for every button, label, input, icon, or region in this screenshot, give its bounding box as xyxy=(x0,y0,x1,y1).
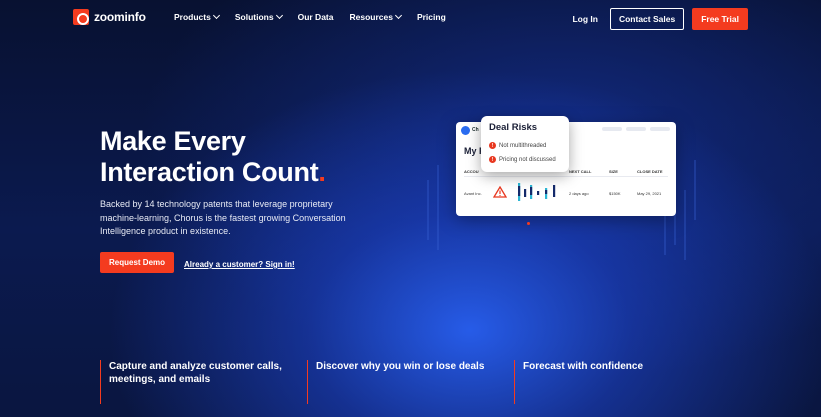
card-toolbar xyxy=(602,127,670,131)
cell-next-call: 2 days ago xyxy=(569,191,589,196)
menu-item-label: Solutions xyxy=(234,12,274,22)
free-trial-button[interactable]: Free Trial xyxy=(692,8,748,30)
deal-risks-popup: Deal Risks ! Not multithreaded ! Pricing… xyxy=(481,116,569,172)
table-divider xyxy=(464,176,668,177)
hero-title: Make Every Interaction Count. xyxy=(100,126,326,188)
column-header-close-date: CLOSE DATE xyxy=(637,169,663,174)
toolbar-placeholder xyxy=(650,127,670,131)
menu-item-our-data[interactable]: Our Data xyxy=(298,12,334,22)
column-header-size: SIZE xyxy=(609,169,618,174)
cell-size: $150K xyxy=(609,191,621,196)
menu-item-products[interactable]: Products xyxy=(174,11,220,22)
hero-subtitle: Backed by 14 technology patents that lev… xyxy=(100,199,346,236)
menu-item-label: Resources xyxy=(349,12,393,22)
main-menu: Products Solutions Our Data Resources Pr… xyxy=(174,11,446,22)
login-link[interactable]: Log In xyxy=(572,14,598,24)
risk-label: Not multithreaded xyxy=(499,142,547,149)
column-header-next-call: NEXT CALL xyxy=(569,169,592,174)
menu-item-label: Pricing xyxy=(416,12,446,22)
risk-label: Pricing not discussed xyxy=(499,156,556,163)
feature-text: Discover why you win or lose deals xyxy=(316,361,485,372)
feature-text: meetings, and emails xyxy=(109,374,211,385)
contact-sales-button[interactable]: Contact Sales xyxy=(609,8,685,30)
risk-item: ! Pricing not discussed xyxy=(489,156,556,163)
feature-text: Capture and analyze customer calls, xyxy=(109,361,282,372)
logo-text: zoominfo xyxy=(94,10,146,24)
risk-item: ! Not multithreaded xyxy=(489,142,546,149)
menu-item-pricing[interactable]: Pricing xyxy=(417,12,446,22)
card-brand: Ch xyxy=(472,127,479,133)
hero-title-line1: Make Every xyxy=(100,126,246,156)
warning-icon xyxy=(493,186,507,198)
hero-title-line2: Interaction Count. xyxy=(100,157,326,188)
hero-title-text: Interaction Count xyxy=(100,157,319,187)
chevron-down-icon xyxy=(212,11,220,20)
toolbar-placeholder xyxy=(626,127,646,131)
zoominfo-logo[interactable]: zoominfo xyxy=(73,9,146,25)
cell-close-date: May 29, 2021 xyxy=(637,191,662,196)
menu-item-resources[interactable]: Resources xyxy=(349,11,402,22)
feature-text: Forecast with confidence xyxy=(523,361,644,372)
feature-forecast: Forecast with confidence xyxy=(514,360,709,404)
menu-item-solutions[interactable]: Solutions xyxy=(234,11,283,22)
cell-account: Avant Inc. xyxy=(464,191,482,196)
feature-capture: Capture and analyze customer calls, meet… xyxy=(100,360,290,404)
chevron-down-icon xyxy=(275,11,283,20)
column-header-account: ACCOU xyxy=(464,169,479,174)
toolbar-placeholder xyxy=(602,127,622,131)
activity-bars xyxy=(518,183,556,201)
sign-in-link[interactable]: Already a customer? Sign in! xyxy=(184,260,295,269)
chorus-logo-icon xyxy=(461,126,470,135)
menu-item-label: Products xyxy=(174,12,211,22)
menu-item-label: Our Data xyxy=(297,12,334,22)
chevron-down-icon xyxy=(394,11,402,20)
request-demo-button[interactable]: Request Demo xyxy=(100,252,175,273)
top-nav: zoominfo Products Solutions Our Data Res… xyxy=(0,0,821,36)
alert-icon: ! xyxy=(489,156,496,163)
alert-icon: ! xyxy=(489,142,496,149)
title-accent-dot: . xyxy=(318,157,326,187)
zoominfo-logo-icon xyxy=(73,9,89,25)
nav-actions: Log In Contact Sales Free Trial xyxy=(572,8,748,30)
feature-discover: Discover why you win or lose deals xyxy=(307,360,502,404)
popup-title: Deal Risks xyxy=(489,122,538,133)
indicator-dot xyxy=(527,222,530,225)
